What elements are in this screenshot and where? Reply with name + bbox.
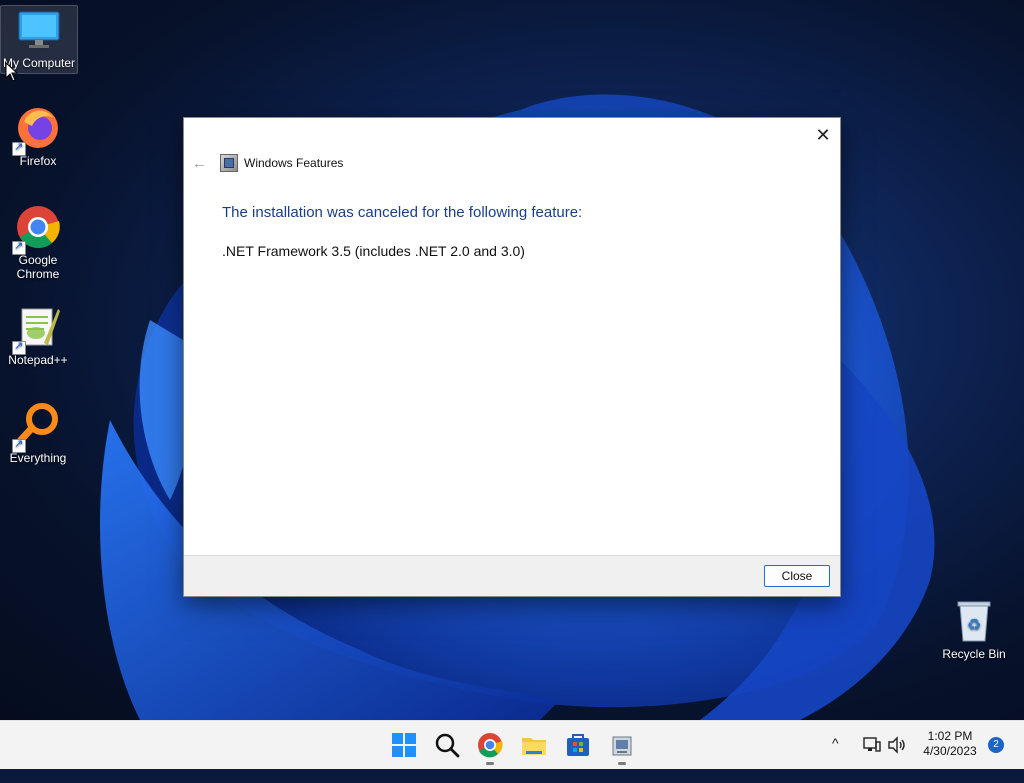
desktop-icon-firefox[interactable]: Firefox — [0, 104, 76, 168]
desktop-icon-label: Firefox — [19, 154, 57, 168]
chrome-icon[interactable] — [476, 731, 504, 765]
desktop-icon-label: Notepad++ — [8, 353, 68, 367]
windows-features-icon[interactable] — [608, 731, 636, 765]
desktop-icon-label: Everything — [9, 451, 67, 465]
monitor-icon — [15, 6, 63, 54]
clock-time: 1:02 PM — [927, 729, 973, 743]
notification-badge[interactable]: 2 — [988, 737, 1004, 753]
chrome-icon — [12, 203, 62, 255]
dialog-header: ← Windows Features — [192, 153, 343, 173]
shortcut-arrow-icon — [12, 339, 26, 355]
shortcut-arrow-icon — [12, 437, 26, 453]
volume-icon[interactable] — [887, 735, 907, 783]
show-hidden-icons-chevron[interactable]: ^ — [832, 735, 839, 783]
shortcut-arrow-icon — [12, 140, 26, 156]
feature-name: .NET Framework 3.5 (includes .NET 2.0 an… — [222, 243, 525, 259]
dialog-title: Windows Features — [244, 156, 344, 170]
windows-features-dialog: ✕ ← Windows Features The installation wa… — [183, 117, 841, 597]
file-explorer-icon[interactable] — [520, 731, 548, 759]
windows-features-icon — [220, 154, 238, 172]
close-icon[interactable]: ✕ — [812, 124, 834, 146]
clock-date: 4/30/2023 — [923, 744, 977, 758]
svg-text:♻: ♻ — [967, 615, 981, 634]
search-icon[interactable] — [433, 731, 461, 759]
shortcut-arrow-icon — [12, 239, 26, 255]
dialog-footer: Close — [184, 555, 840, 596]
network-icon[interactable] — [862, 735, 882, 783]
store-icon[interactable] — [564, 731, 592, 759]
system-clock[interactable]: 1:02 PM 4/30/2023 — [918, 729, 982, 759]
dialog-headline: The installation was canceled for the fo… — [222, 204, 583, 221]
running-indicator — [486, 762, 494, 765]
desktop-icon-everything[interactable]: Everything — [0, 401, 76, 465]
desktop-icon-notepadpp[interactable]: Notepad++ — [0, 303, 76, 367]
desktop-icon-label: Google Chrome — [16, 253, 60, 281]
desktop-icon-recycle-bin[interactable]: ♻ Recycle Bin — [936, 597, 1012, 661]
recycle-bin-icon: ♻ — [950, 597, 998, 645]
taskbar: ^ 1:02 PM 4/30/2023 2 — [0, 720, 1024, 769]
back-arrow-icon[interactable]: ← — [192, 155, 212, 172]
start-icon[interactable] — [390, 731, 418, 759]
close-button[interactable]: Close — [764, 565, 830, 587]
firefox-icon — [12, 104, 62, 156]
desktop-icon-google-chrome[interactable]: Google Chrome — [0, 203, 76, 281]
everything-icon — [12, 401, 62, 453]
desktop-icon-label: Recycle Bin — [942, 647, 1006, 661]
running-indicator — [618, 762, 626, 765]
notepadpp-icon — [12, 303, 62, 355]
